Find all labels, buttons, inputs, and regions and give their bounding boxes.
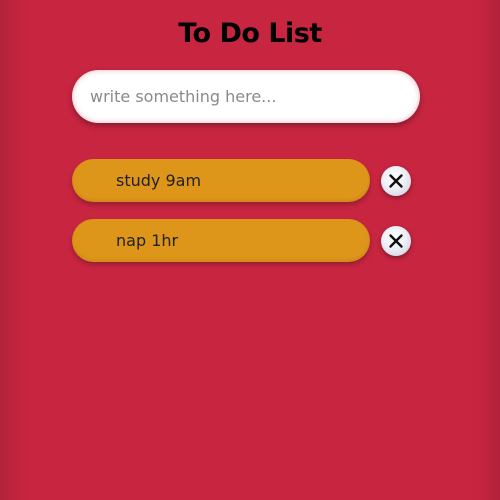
- todo-input-container: [72, 70, 420, 123]
- delete-todo-button[interactable]: [381, 166, 411, 196]
- todo-item-pill[interactable]: nap 1hr: [72, 219, 370, 262]
- todo-item-text: nap 1hr: [116, 231, 179, 250]
- todo-item: nap 1hr: [72, 219, 432, 264]
- delete-todo-button[interactable]: [381, 226, 411, 256]
- page-title: To Do List: [178, 18, 322, 49]
- todo-item: study 9am: [72, 159, 432, 204]
- todo-item-pill[interactable]: study 9am: [72, 159, 370, 202]
- todo-input[interactable]: [90, 70, 400, 123]
- todo-list: study 9am nap 1hr: [72, 159, 432, 279]
- todo-item-text: study 9am: [116, 171, 202, 190]
- close-icon: [389, 234, 403, 248]
- todo-app: To Do List study 9am nap 1hr: [0, 0, 500, 500]
- close-icon: [389, 174, 403, 188]
